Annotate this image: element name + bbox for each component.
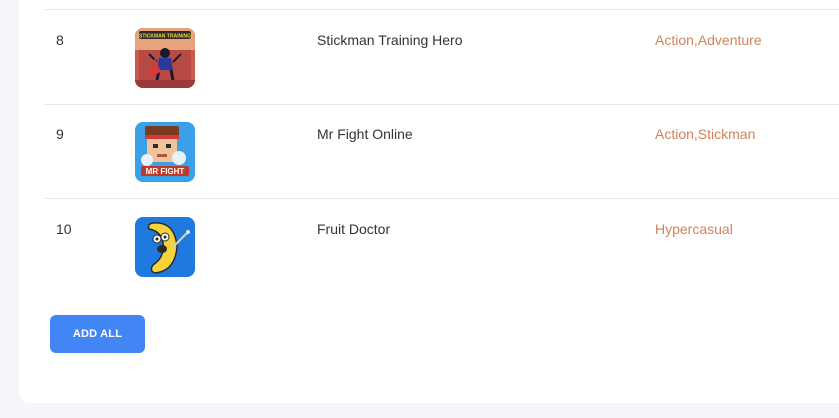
table-row[interactable]: 9 MR FIGHT Mr Fight Online Action,Stickm… — [44, 104, 839, 199]
fruit-doctor-thumbnail[interactable] — [135, 217, 195, 277]
game-tags: Hypercasual — [655, 221, 733, 237]
mr-fight-online-thumbnail[interactable]: MR FIGHT — [135, 122, 195, 182]
table-row[interactable]: 8 STICKMAN TRAINING Stickman Training He… — [44, 10, 839, 105]
game-tags: Action,Adventure — [655, 32, 762, 48]
thumbnail-logo-text: STICKMAN TRAINING — [139, 34, 191, 40]
game-title[interactable]: Fruit Doctor — [317, 221, 390, 237]
game-tags: Action,Stickman — [655, 126, 756, 142]
game-title[interactable]: Mr Fight Online — [317, 126, 413, 142]
stickman-training-hero-thumbnail[interactable]: STICKMAN TRAINING — [135, 28, 195, 88]
game-rank: 8 — [56, 32, 64, 48]
game-rank: 9 — [56, 126, 64, 142]
table-row[interactable]: 10 Fruit Doctor Hypercasual — [44, 199, 839, 293]
thumbnail-logo-text: MR FIGHT — [146, 167, 185, 176]
add-all-button[interactable]: ADD ALL — [50, 315, 145, 353]
game-title[interactable]: Stickman Training Hero — [317, 32, 463, 48]
game-rank: 10 — [56, 221, 72, 237]
